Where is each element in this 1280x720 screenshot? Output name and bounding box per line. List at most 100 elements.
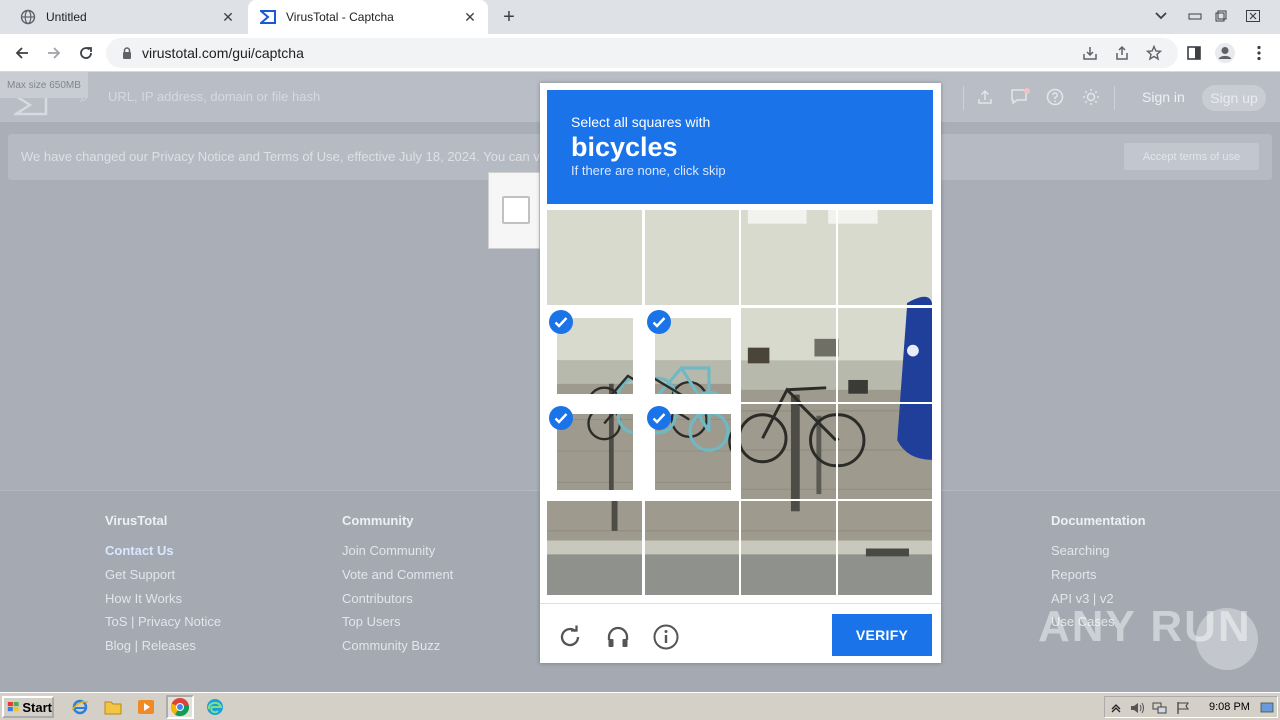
footer-link-top-users[interactable]: Top Users	[342, 614, 453, 638]
footer-link-how-it-works[interactable]: How It Works	[105, 591, 221, 615]
windows-taskbar: Start 9:08 PM	[0, 692, 1280, 720]
captcha-tile[interactable]	[644, 500, 739, 595]
captcha-tile[interactable]	[547, 500, 642, 595]
footer-link-blog-releases[interactable]: Blog | Releases	[105, 638, 221, 662]
url-text: virustotal.com/gui/captcha	[142, 45, 304, 61]
menu-dots-icon[interactable]	[1248, 42, 1270, 64]
captcha-prompt: Select all squares with	[571, 114, 711, 130]
footer-heading: VirusTotal	[105, 513, 168, 528]
captcha-tile-image	[741, 404, 836, 499]
media-player-icon[interactable]	[136, 697, 156, 717]
divider	[1114, 86, 1115, 110]
info-icon[interactable]	[653, 624, 679, 650]
selected-check-icon	[549, 406, 573, 430]
system-tray: 9:08 PM	[1104, 696, 1278, 718]
help-icon[interactable]	[1044, 86, 1066, 108]
captcha-header: Select all squares with bicycles If ther…	[547, 90, 933, 204]
edge-icon[interactable]	[205, 697, 225, 717]
captcha-checkbox[interactable]	[502, 196, 530, 224]
accept-terms-button[interactable]: Accept terms of use	[1124, 143, 1259, 170]
captcha-tile[interactable]	[837, 210, 932, 305]
captcha-tile[interactable]	[837, 500, 932, 595]
notifications-icon[interactable]	[1009, 86, 1031, 108]
headphones-audio-icon[interactable]	[605, 624, 631, 650]
captcha-tile[interactable]	[741, 404, 836, 499]
address-bar[interactable]: virustotal.com/gui/captcha	[106, 38, 1178, 68]
footer-heading: Documentation	[1051, 513, 1146, 528]
captcha-tile-image	[644, 500, 739, 595]
tray-expand-icon[interactable]	[1108, 700, 1124, 716]
footer-link-get-support[interactable]: Get Support	[105, 567, 221, 591]
captcha-tile[interactable]	[547, 210, 642, 305]
captcha-tile-image	[741, 307, 836, 402]
chrome-icon[interactable]	[166, 695, 194, 719]
close-tab-icon[interactable]: ✕	[220, 9, 236, 25]
show-desktop-icon[interactable]	[1259, 700, 1275, 716]
captcha-tile-image	[837, 210, 932, 305]
footer-link-join-community[interactable]: Join Community	[342, 543, 453, 567]
theme-toggle-icon[interactable]	[1080, 86, 1102, 108]
tab-search-icon[interactable]	[1150, 6, 1172, 26]
captcha-tile[interactable]	[547, 308, 642, 403]
side-panel-icon[interactable]	[1183, 42, 1205, 64]
captcha-tile[interactable]	[741, 210, 836, 305]
captcha-tile[interactable]	[644, 210, 739, 305]
network-icon[interactable]	[1152, 700, 1168, 716]
captcha-tile[interactable]	[645, 308, 740, 403]
start-button[interactable]: Start	[2, 696, 54, 718]
captcha-tile[interactable]	[837, 307, 932, 402]
windows-logo-icon	[7, 701, 19, 712]
selected-check-icon	[646, 406, 671, 430]
back-icon[interactable]	[11, 42, 33, 64]
captcha-target-object: bicycles	[571, 132, 678, 162]
install-icon[interactable]	[1080, 43, 1100, 63]
tab-untitled[interactable]: Untitled ✕	[8, 0, 246, 34]
share-icon[interactable]	[1112, 43, 1132, 63]
profile-avatar-icon[interactable]	[1214, 42, 1236, 64]
captcha-tile[interactable]	[741, 500, 836, 595]
action-center-flag-icon[interactable]	[1175, 700, 1191, 716]
footer-link-tos-privacy[interactable]: ToS | Privacy Notice	[105, 614, 221, 638]
captcha-image-grid	[547, 210, 933, 596]
captcha-tile-image	[741, 500, 836, 595]
forward-icon[interactable]	[43, 42, 65, 64]
verify-button[interactable]: VERIFY	[832, 614, 932, 656]
sign-up-button[interactable]: Sign up	[1202, 85, 1266, 111]
restore-icon[interactable]	[1210, 6, 1232, 26]
tab-virustotal-captcha[interactable]: VirusTotal - Captcha ✕	[248, 0, 488, 34]
footer-link-contributors[interactable]: Contributors	[342, 591, 453, 615]
captcha-tile-image	[837, 404, 932, 499]
search-input[interactable]: URL, IP address, domain or file hash	[108, 89, 320, 104]
footer-link-searching[interactable]: Searching	[1051, 543, 1146, 567]
captcha-footer: VERIFY	[540, 603, 941, 663]
file-explorer-icon[interactable]	[103, 697, 123, 717]
close-tab-icon[interactable]: ✕	[462, 9, 478, 25]
captcha-tile[interactable]	[837, 404, 932, 499]
footer-link-contact-us[interactable]: Contact Us	[105, 543, 221, 567]
volume-icon[interactable]	[1129, 700, 1145, 716]
notice-text: We have changed our Privacy Notice and T…	[21, 149, 540, 164]
selected-check-icon	[646, 309, 671, 334]
footer-link-vote-comment[interactable]: Vote and Comment	[342, 567, 453, 591]
footer-heading: Community	[342, 513, 414, 528]
captcha-tile-image	[644, 210, 739, 305]
captcha-hint: If there are none, click skip	[571, 163, 726, 178]
divider	[963, 86, 964, 110]
captcha-tile[interactable]	[741, 307, 836, 402]
tab-title: VirusTotal - Captcha	[286, 10, 394, 24]
captcha-tile[interactable]	[547, 404, 642, 499]
reload-challenge-icon[interactable]	[557, 624, 583, 650]
window-close-icon[interactable]	[1242, 6, 1264, 26]
captcha-tile[interactable]	[645, 404, 740, 499]
selected-check-icon	[549, 309, 573, 334]
captcha-tile-image	[837, 307, 932, 402]
new-tab-button[interactable]: +	[498, 6, 520, 28]
internet-explorer-icon[interactable]	[70, 697, 90, 717]
footer-link-reports[interactable]: Reports	[1051, 567, 1146, 591]
bookmark-star-icon[interactable]	[1144, 43, 1164, 63]
footer-link-community-buzz[interactable]: Community Buzz	[342, 638, 453, 662]
upload-icon[interactable]	[974, 86, 996, 108]
minimize-icon[interactable]	[1184, 6, 1206, 26]
reload-icon[interactable]	[75, 42, 97, 64]
sign-in-link[interactable]: Sign in	[1142, 89, 1185, 105]
